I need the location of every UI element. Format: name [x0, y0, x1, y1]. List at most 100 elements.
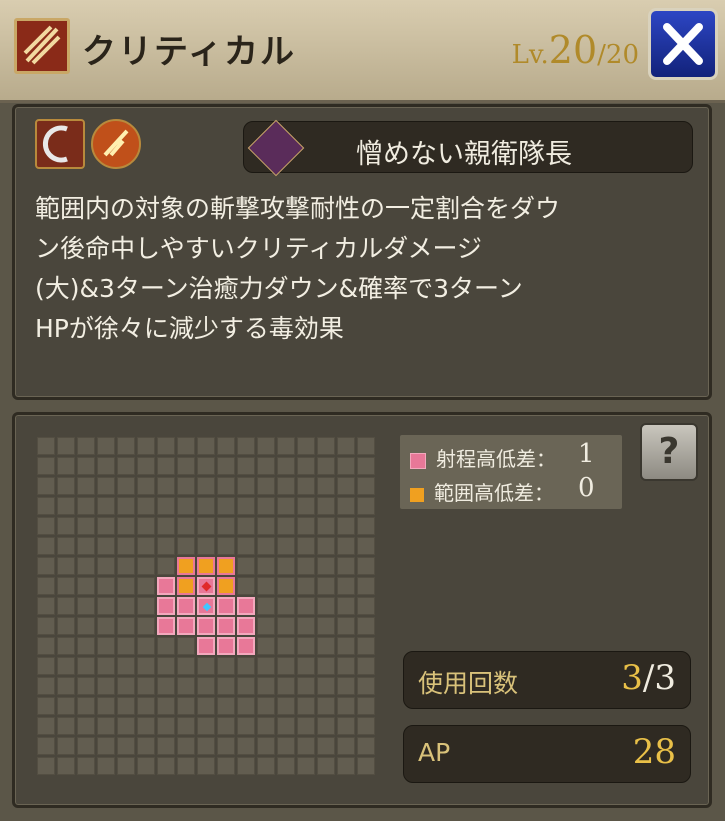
- grid-cell: [77, 457, 95, 475]
- grid-cell: [97, 757, 115, 775]
- ap-bar: AP 28: [403, 725, 691, 783]
- grid-cell: [357, 657, 375, 675]
- grid-cell: [337, 697, 355, 715]
- grid-cell: [317, 697, 335, 715]
- grid-cell: [337, 597, 355, 615]
- grid-cell: [257, 457, 275, 475]
- description-line: ン後命中しやすいクリティカルダメージ: [35, 234, 483, 263]
- range-panel: 射程高低差： 1 範囲高低差： 0 ? 使用回数 3/3 AP 28: [12, 412, 712, 808]
- grid-cell: [217, 437, 235, 455]
- grid-cell: [317, 437, 335, 455]
- grid-cell: [77, 577, 95, 595]
- help-button[interactable]: ?: [640, 423, 698, 481]
- grid-cell: [97, 737, 115, 755]
- grid-cell: [157, 737, 175, 755]
- grid-cell: [357, 737, 375, 755]
- grid-cell: [257, 717, 275, 735]
- grid-cell: [97, 717, 115, 735]
- grid-cell: [177, 697, 195, 715]
- grid-cell-range: [217, 617, 235, 635]
- grid-cell: [97, 517, 115, 535]
- grid-cell: [177, 477, 195, 495]
- grid-cell: [317, 537, 335, 555]
- grid-cell: [277, 617, 295, 635]
- grid-cell: [137, 437, 155, 455]
- grid-cell: [137, 517, 155, 535]
- grid-cell: [37, 637, 55, 655]
- grid-cell: [277, 677, 295, 695]
- grid-cell: [277, 497, 295, 515]
- grid-cell: [57, 677, 75, 695]
- grid-cell: [77, 557, 95, 575]
- grid-cell: [337, 737, 355, 755]
- grid-cell: [357, 517, 375, 535]
- grid-cell: [277, 717, 295, 735]
- grid-cell: [117, 757, 135, 775]
- grid-cell: [77, 737, 95, 755]
- grid-cell: [157, 457, 175, 475]
- grid-cell: [297, 637, 315, 655]
- grid-cell: [137, 697, 155, 715]
- grid-cell: [237, 437, 255, 455]
- grid-cell: [237, 557, 255, 575]
- grid-cell: [297, 517, 315, 535]
- grid-cell: [237, 577, 255, 595]
- grid-cell: [337, 497, 355, 515]
- grid-cell: [357, 697, 375, 715]
- grid-cell: [337, 677, 355, 695]
- grid-cell: [137, 537, 155, 555]
- grid-cell: [357, 557, 375, 575]
- grid-cell: [157, 717, 175, 735]
- grid-cell: [277, 577, 295, 595]
- legend-area-value: 0: [578, 473, 595, 503]
- grid-cell: [77, 597, 95, 615]
- grid-cell: [257, 517, 275, 535]
- grid-cell: [357, 617, 375, 635]
- grid-cell: [57, 717, 75, 735]
- grid-cell: [37, 677, 55, 695]
- grid-cell: [117, 557, 135, 575]
- grid-cell: [277, 477, 295, 495]
- grid-cell-range: [237, 637, 255, 655]
- grid-cell: [37, 497, 55, 515]
- grid-cell: [317, 657, 335, 675]
- grid-cell: [317, 457, 335, 475]
- grid-cell: [97, 637, 115, 655]
- close-button[interactable]: [648, 8, 718, 80]
- grid-cell: [37, 717, 55, 735]
- grid-cell: [37, 757, 55, 775]
- grid-cell-range: [157, 597, 175, 615]
- grid-cell: [357, 497, 375, 515]
- grid-cell: [97, 597, 115, 615]
- uses-current: 3: [621, 658, 643, 698]
- grid-cell: [357, 597, 375, 615]
- grid-cell: [117, 717, 135, 735]
- grid-cell: [177, 537, 195, 555]
- grid-cell: [177, 757, 195, 775]
- grid-cell-area: [177, 577, 195, 595]
- grid-cell: [117, 437, 135, 455]
- grid-cell: [257, 617, 275, 635]
- grid-cell: [257, 557, 275, 575]
- grid-cell: [257, 537, 275, 555]
- grid-cell: [57, 457, 75, 475]
- ability-name-bar: 憎めない親衛隊長: [243, 119, 693, 177]
- grid-cell: [297, 657, 315, 675]
- grid-cell: [297, 537, 315, 555]
- grid-cell: [77, 437, 95, 455]
- grid-cell: [57, 497, 75, 515]
- grid-cell: [117, 617, 135, 635]
- grid-cell: [97, 617, 115, 635]
- grid-cell: [297, 757, 315, 775]
- grid-cell: [37, 457, 55, 475]
- slash-claw-icon: [14, 18, 70, 74]
- legend-range-value: 1: [578, 439, 595, 469]
- grid-cell: [237, 697, 255, 715]
- description-line: (大)&3ターン治癒力ダウン&確率で3ターン: [35, 274, 523, 303]
- skill-title: クリティカル: [82, 32, 296, 72]
- grid-cell: [257, 597, 275, 615]
- grid-cell: [37, 577, 55, 595]
- grid-cell: [77, 617, 95, 635]
- grid-cell: [257, 737, 275, 755]
- grid-cell: [317, 517, 335, 535]
